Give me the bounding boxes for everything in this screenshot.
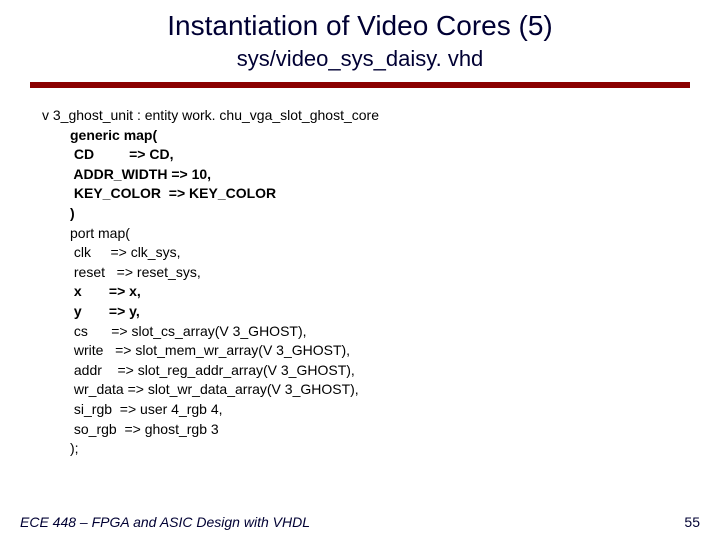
title-divider [30,82,690,88]
code-line: write => slot_mem_wr_array(V 3_GHOST), [42,341,720,361]
code-line: ); [42,439,720,459]
code-line: cs => slot_cs_array(V 3_GHOST), [42,322,720,342]
code-line: si_rgb => user 4_rgb 4, [42,400,720,420]
code-line: port map( [42,224,720,244]
code-line: wr_data => slot_wr_data_array(V 3_GHOST)… [42,380,720,400]
code-line: v 3_ghost_unit : entity work. chu_vga_sl… [42,106,720,126]
slide-subtitle: sys/video_sys_daisy. vhd [0,42,720,82]
code-line: KEY_COLOR => KEY_COLOR [42,184,720,204]
code-line: ) [42,204,720,224]
code-line: reset => reset_sys, [42,263,720,283]
slide-title: Instantiation of Video Cores (5) [0,0,720,42]
code-line: so_rgb => ghost_rgb 3 [42,420,720,440]
slide-number: 55 [684,514,700,530]
code-line: addr => slot_reg_addr_array(V 3_GHOST), [42,361,720,381]
code-line: x => x, [42,282,720,302]
code-line: ADDR_WIDTH => 10, [42,165,720,185]
code-line: CD => CD, [42,145,720,165]
code-line: y => y, [42,302,720,322]
footer-course: ECE 448 – FPGA and ASIC Design with VHDL [20,514,310,530]
footer: ECE 448 – FPGA and ASIC Design with VHDL… [0,514,720,530]
code-line: generic map( [42,126,720,146]
code-line: clk => clk_sys, [42,243,720,263]
code-block: v 3_ghost_unit : entity work. chu_vga_sl… [0,106,720,459]
